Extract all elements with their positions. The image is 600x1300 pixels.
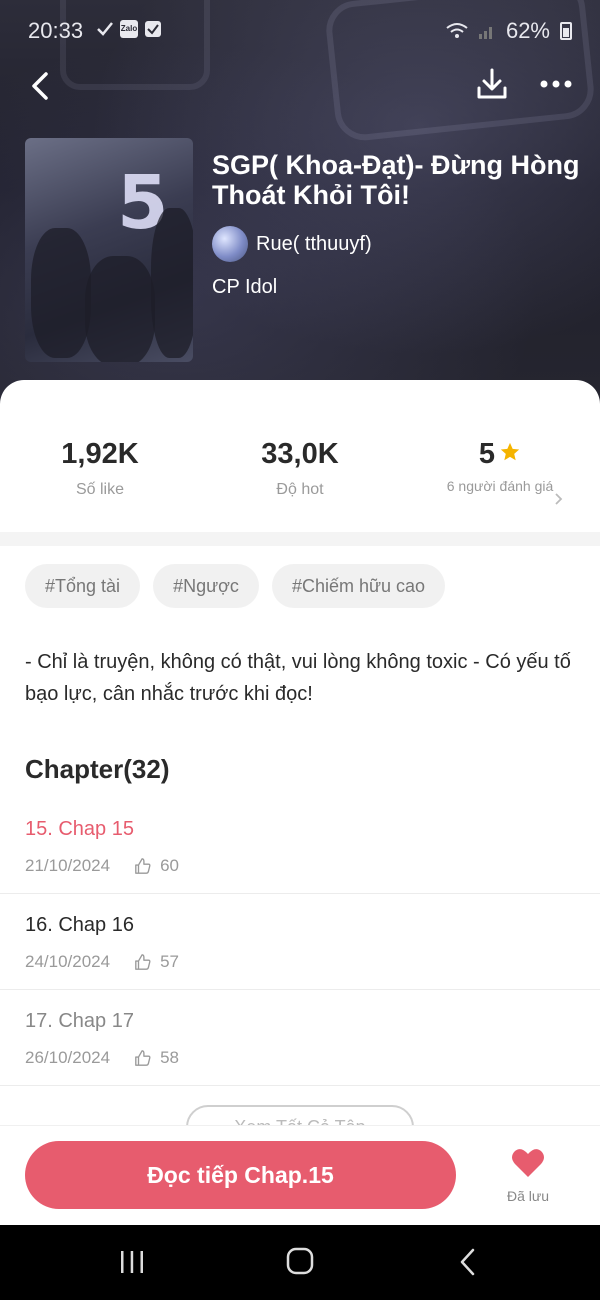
chapter-date: 26/10/2024 [25,1048,111,1067]
chapter-item[interactable]: 15. Chap 15 21/10/2024 60 [0,798,600,894]
signal-icon [478,27,492,39]
star-icon [500,443,520,461]
recent-apps-icon[interactable] [118,1250,146,1274]
thumbs-up-icon [135,954,151,970]
chapter-likes: 57 [160,952,180,971]
notification-icons: Zalo [96,20,162,38]
saved-label: Đã lưu [506,1188,550,1204]
thumbs-up-icon [135,1050,151,1066]
stat-rating[interactable]: 5 6 người đánh giá [400,438,600,496]
heart-icon [512,1149,544,1177]
stats-row: 1,92K Số like 33,0K Độ hot 5 6 người đán… [0,420,600,530]
wifi-icon [446,23,468,38]
tag-chip[interactable]: #Chiếm hữu cao [271,564,446,608]
chapter-date: 21/10/2024 [25,856,111,875]
story-title: SGP( Khoa-Đạt)- Đừng Hòng Thoát Khỏi Tôi… [212,150,580,210]
chapter-likes: 58 [160,1048,180,1067]
continue-reading-button[interactable]: Đọc tiếp Chap.15 [25,1141,456,1209]
story-cover-image[interactable]: 5 [25,138,193,362]
checkbox-icon [145,21,161,37]
stat-hot: 33,0K Độ hot [200,438,400,499]
more-options-icon[interactable] [536,70,576,100]
battery-percent: 62% [505,18,550,43]
section-divider [0,532,600,546]
story-description: - Chỉ là truyện, không có thật, vui lòng… [25,651,571,705]
stat-likes-label: Số like [75,481,125,498]
chapter-likes: 60 [160,856,180,875]
stat-likes: 1,92K Số like [0,438,200,499]
author-name: Rue( tthuuyf) [256,232,372,255]
chapter-item[interactable]: 17. Chap 17 26/10/2024 58 [0,990,600,1086]
back-arrow-icon[interactable] [22,66,62,106]
stat-likes-value: 1,92K [61,438,139,470]
chapters-heading: Chapter(32) [25,754,170,784]
saved-button[interactable]: Đã lưu [490,1148,566,1204]
story-category[interactable]: CP Idol [212,276,277,299]
chevron-right-icon[interactable] [552,492,566,506]
tag-chip[interactable]: #Tổng tài [25,564,141,608]
chapter-name: 16. Chap 16 [25,914,134,936]
stat-hot-value: 33,0K [261,438,339,470]
home-icon[interactable] [286,1247,314,1275]
thumbs-up-icon [135,858,151,874]
download-icon[interactable] [474,66,510,102]
author-link[interactable]: Rue( tthuuyf) [212,226,372,262]
tag-chip[interactable]: #Ngược [153,564,259,608]
chapter-item[interactable]: 16. Chap 16 24/10/2024 57 [0,894,600,990]
check-icon [97,22,113,36]
nav-back-icon[interactable] [456,1248,480,1276]
status-bar: 20:33 Zalo 62% [0,0,600,62]
stat-rating-label: 6 người đánh giá [446,478,554,494]
chapter-name: 15. Chap 15 [25,818,134,840]
stat-hot-label: Độ hot [276,481,324,498]
zalo-icon: Zalo [120,20,138,38]
tag-list: #Tổng tài #Ngược #Chiếm hữu cao [25,564,446,608]
battery-icon [560,22,572,40]
author-avatar [212,226,248,262]
chapter-name: 17. Chap 17 [25,1010,134,1032]
status-time: 20:33 [28,18,84,43]
chapter-date: 24/10/2024 [25,952,111,971]
stat-rating-value: 5 [478,438,496,470]
